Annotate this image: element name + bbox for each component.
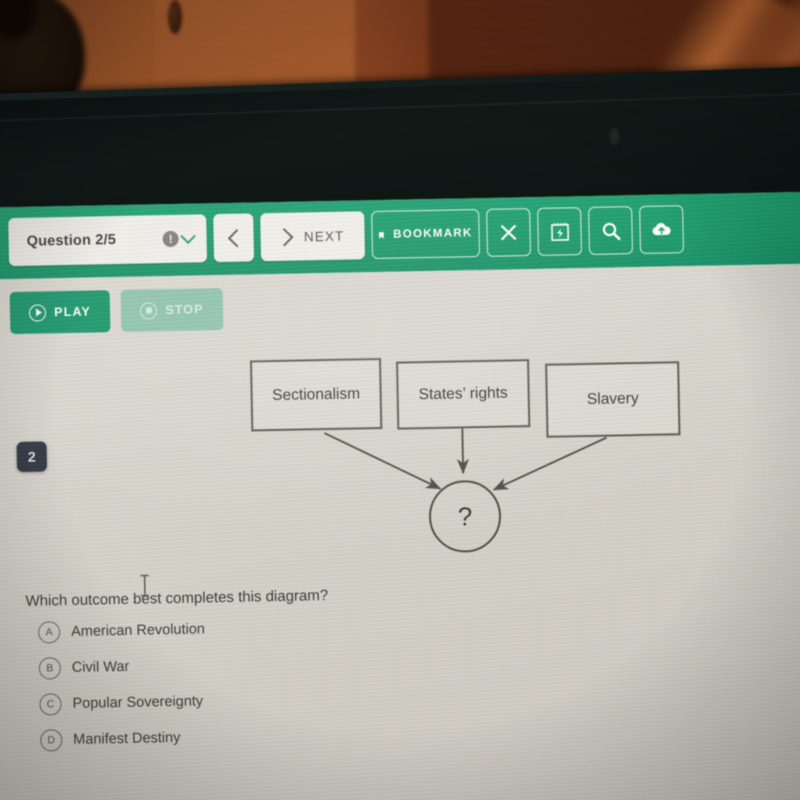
previous-question-button[interactable] <box>213 213 255 263</box>
door-knob <box>168 0 182 34</box>
chevron-right-icon <box>275 227 294 246</box>
stop-button[interactable]: STOP <box>120 287 224 332</box>
diagram-figure: Sectionalism States’ rights Slavery ? <box>249 343 748 602</box>
diagram-result-label: ? <box>457 500 473 531</box>
play-circle-icon <box>29 303 47 322</box>
diagram-box-label: States’ rights <box>418 384 508 404</box>
notepad-icon <box>550 222 569 241</box>
diagram-box-label: Slavery <box>586 390 639 408</box>
answer-options-list: A American Revolution B Civil War C Popu… <box>37 618 207 752</box>
cloud-button[interactable] <box>639 205 684 254</box>
diagram-box-states-rights: States’ rights <box>396 359 531 430</box>
answer-option-c[interactable]: C Popular Sovereignty <box>39 690 206 716</box>
question-counter-label: Question 2/5 <box>26 232 117 250</box>
bookmark-button-label: BOOKMARK <box>393 227 473 241</box>
photo-of-laptop-screen: Question 2/5 ! NEXT BOOKMARK PLAY STOP 2… <box>0 0 800 800</box>
diagram-box-label: Sectionalism <box>272 384 361 404</box>
play-button[interactable]: PLAY <box>9 290 111 335</box>
close-icon <box>500 224 517 241</box>
option-letter: B <box>38 657 62 680</box>
webcam-icon <box>609 127 620 146</box>
option-text: Popular Sovereignty <box>72 693 204 712</box>
search-button[interactable] <box>588 206 634 255</box>
option-text: Civil War <box>71 658 130 676</box>
stop-circle-icon <box>140 301 158 320</box>
next-button-label: NEXT <box>303 228 345 244</box>
question-number-badge[interactable]: 2 <box>16 441 48 472</box>
info-icon[interactable]: ! <box>162 230 179 248</box>
option-letter: A <box>37 621 61 644</box>
option-letter: D <box>40 729 63 752</box>
quiz-content-area: PLAY STOP 2 Sectionalism States’ rights … <box>0 262 800 800</box>
stop-button-label: STOP <box>165 302 204 318</box>
chevron-down-icon[interactable] <box>180 228 196 244</box>
text-ibeam-cursor <box>140 574 149 597</box>
diagram-box-slavery: Slavery <box>545 361 681 438</box>
option-letter: C <box>39 693 62 716</box>
cloud-upload-icon <box>652 223 671 236</box>
search-icon <box>602 222 621 240</box>
answer-option-b[interactable]: B Civil War <box>38 654 206 680</box>
question-counter-pill[interactable]: Question 2/5 ! <box>8 214 208 267</box>
answer-option-d[interactable]: D Manifest Destiny <box>40 726 207 752</box>
question-prompt: Which outcome best completes this diagra… <box>25 587 329 610</box>
option-text: American Revolution <box>71 621 206 640</box>
chevron-left-icon <box>227 228 246 247</box>
laptop-screen: Question 2/5 ! NEXT BOOKMARK PLAY STOP 2… <box>0 190 800 800</box>
play-button-label: PLAY <box>54 304 91 320</box>
answer-option-a[interactable]: A American Revolution <box>37 618 206 644</box>
diagram-box-sectionalism: Sectionalism <box>249 357 383 432</box>
bookmark-button[interactable]: BOOKMARK <box>371 209 481 260</box>
bookmark-icon <box>378 231 384 239</box>
notes-button[interactable] <box>537 207 583 256</box>
option-text: Manifest Destiny <box>73 729 181 748</box>
next-question-button[interactable]: NEXT <box>260 211 366 262</box>
close-button[interactable] <box>486 208 532 257</box>
